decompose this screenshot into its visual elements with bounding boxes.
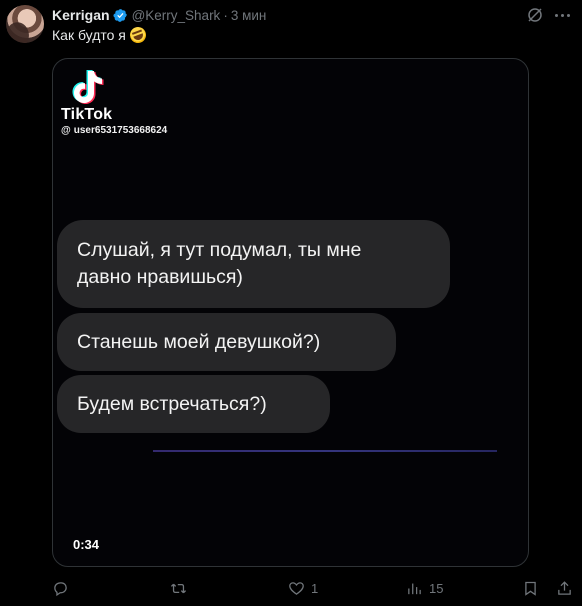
views-button[interactable]: 15 <box>406 580 443 597</box>
views-count: 15 <box>429 581 444 596</box>
message-line: давно нравишься) <box>77 266 243 288</box>
avatar[interactable] <box>6 5 44 43</box>
tiktok-logo-icon <box>72 70 104 104</box>
like-button[interactable]: 1 <box>288 580 318 597</box>
video-divider-line <box>153 450 497 452</box>
message-text: Будем встречаться?) <box>77 392 267 415</box>
tweet-header: Kerrigan @Kerry_Shark · 3 мин <box>52 6 266 24</box>
grok-icon[interactable] <box>526 6 544 24</box>
message-bubble: Будем встречаться?) <box>57 375 330 433</box>
retweet-icon <box>170 583 187 594</box>
tiktok-username: @ user6531753668624 <box>61 125 167 136</box>
tweet-text-content: Как будто я <box>52 27 126 43</box>
message-bubble: Слушай, я тут подумал, ты мне давно нрав… <box>57 220 450 308</box>
verified-badge-icon <box>113 8 127 22</box>
tweet-time[interactable]: 3 мин <box>231 8 267 23</box>
views-icon <box>408 583 421 595</box>
reply-icon <box>54 582 67 597</box>
message-line: Слушай, я тут подумал, ты мне <box>77 239 362 261</box>
like-icon <box>289 582 304 595</box>
tiktok-wordmark: TikTok <box>61 106 113 123</box>
tweet-actions: 1 15 <box>0 580 582 600</box>
tiktok-username-text: user6531753668624 <box>73 125 168 136</box>
share-icon <box>558 581 571 595</box>
bookmark-icon <box>525 581 536 596</box>
author-name[interactable]: Kerrigan <box>52 7 110 23</box>
retweet-button[interactable] <box>170 580 187 597</box>
message-text: Станешь моей девушкой?) <box>77 330 321 353</box>
rofl-emoji-icon <box>127 24 149 46</box>
author-handle[interactable]: @Kerry_Shark <box>132 8 221 23</box>
message-bubble: Станешь моей девушкой?) <box>57 313 396 371</box>
like-count: 1 <box>311 581 319 596</box>
at-symbol: @ <box>61 125 71 136</box>
reply-button[interactable] <box>52 580 69 597</box>
more-icon[interactable] <box>552 6 572 24</box>
tweet-media-video[interactable]: TikTok @ user6531753668624 Слушай, я тут… <box>52 58 529 567</box>
tweet-text: Как будто я <box>52 24 149 46</box>
bookmark-button[interactable] <box>522 580 539 597</box>
separator-dot: · <box>223 7 228 23</box>
video-duration: 0:34 <box>73 537 100 552</box>
share-button[interactable] <box>556 580 573 597</box>
